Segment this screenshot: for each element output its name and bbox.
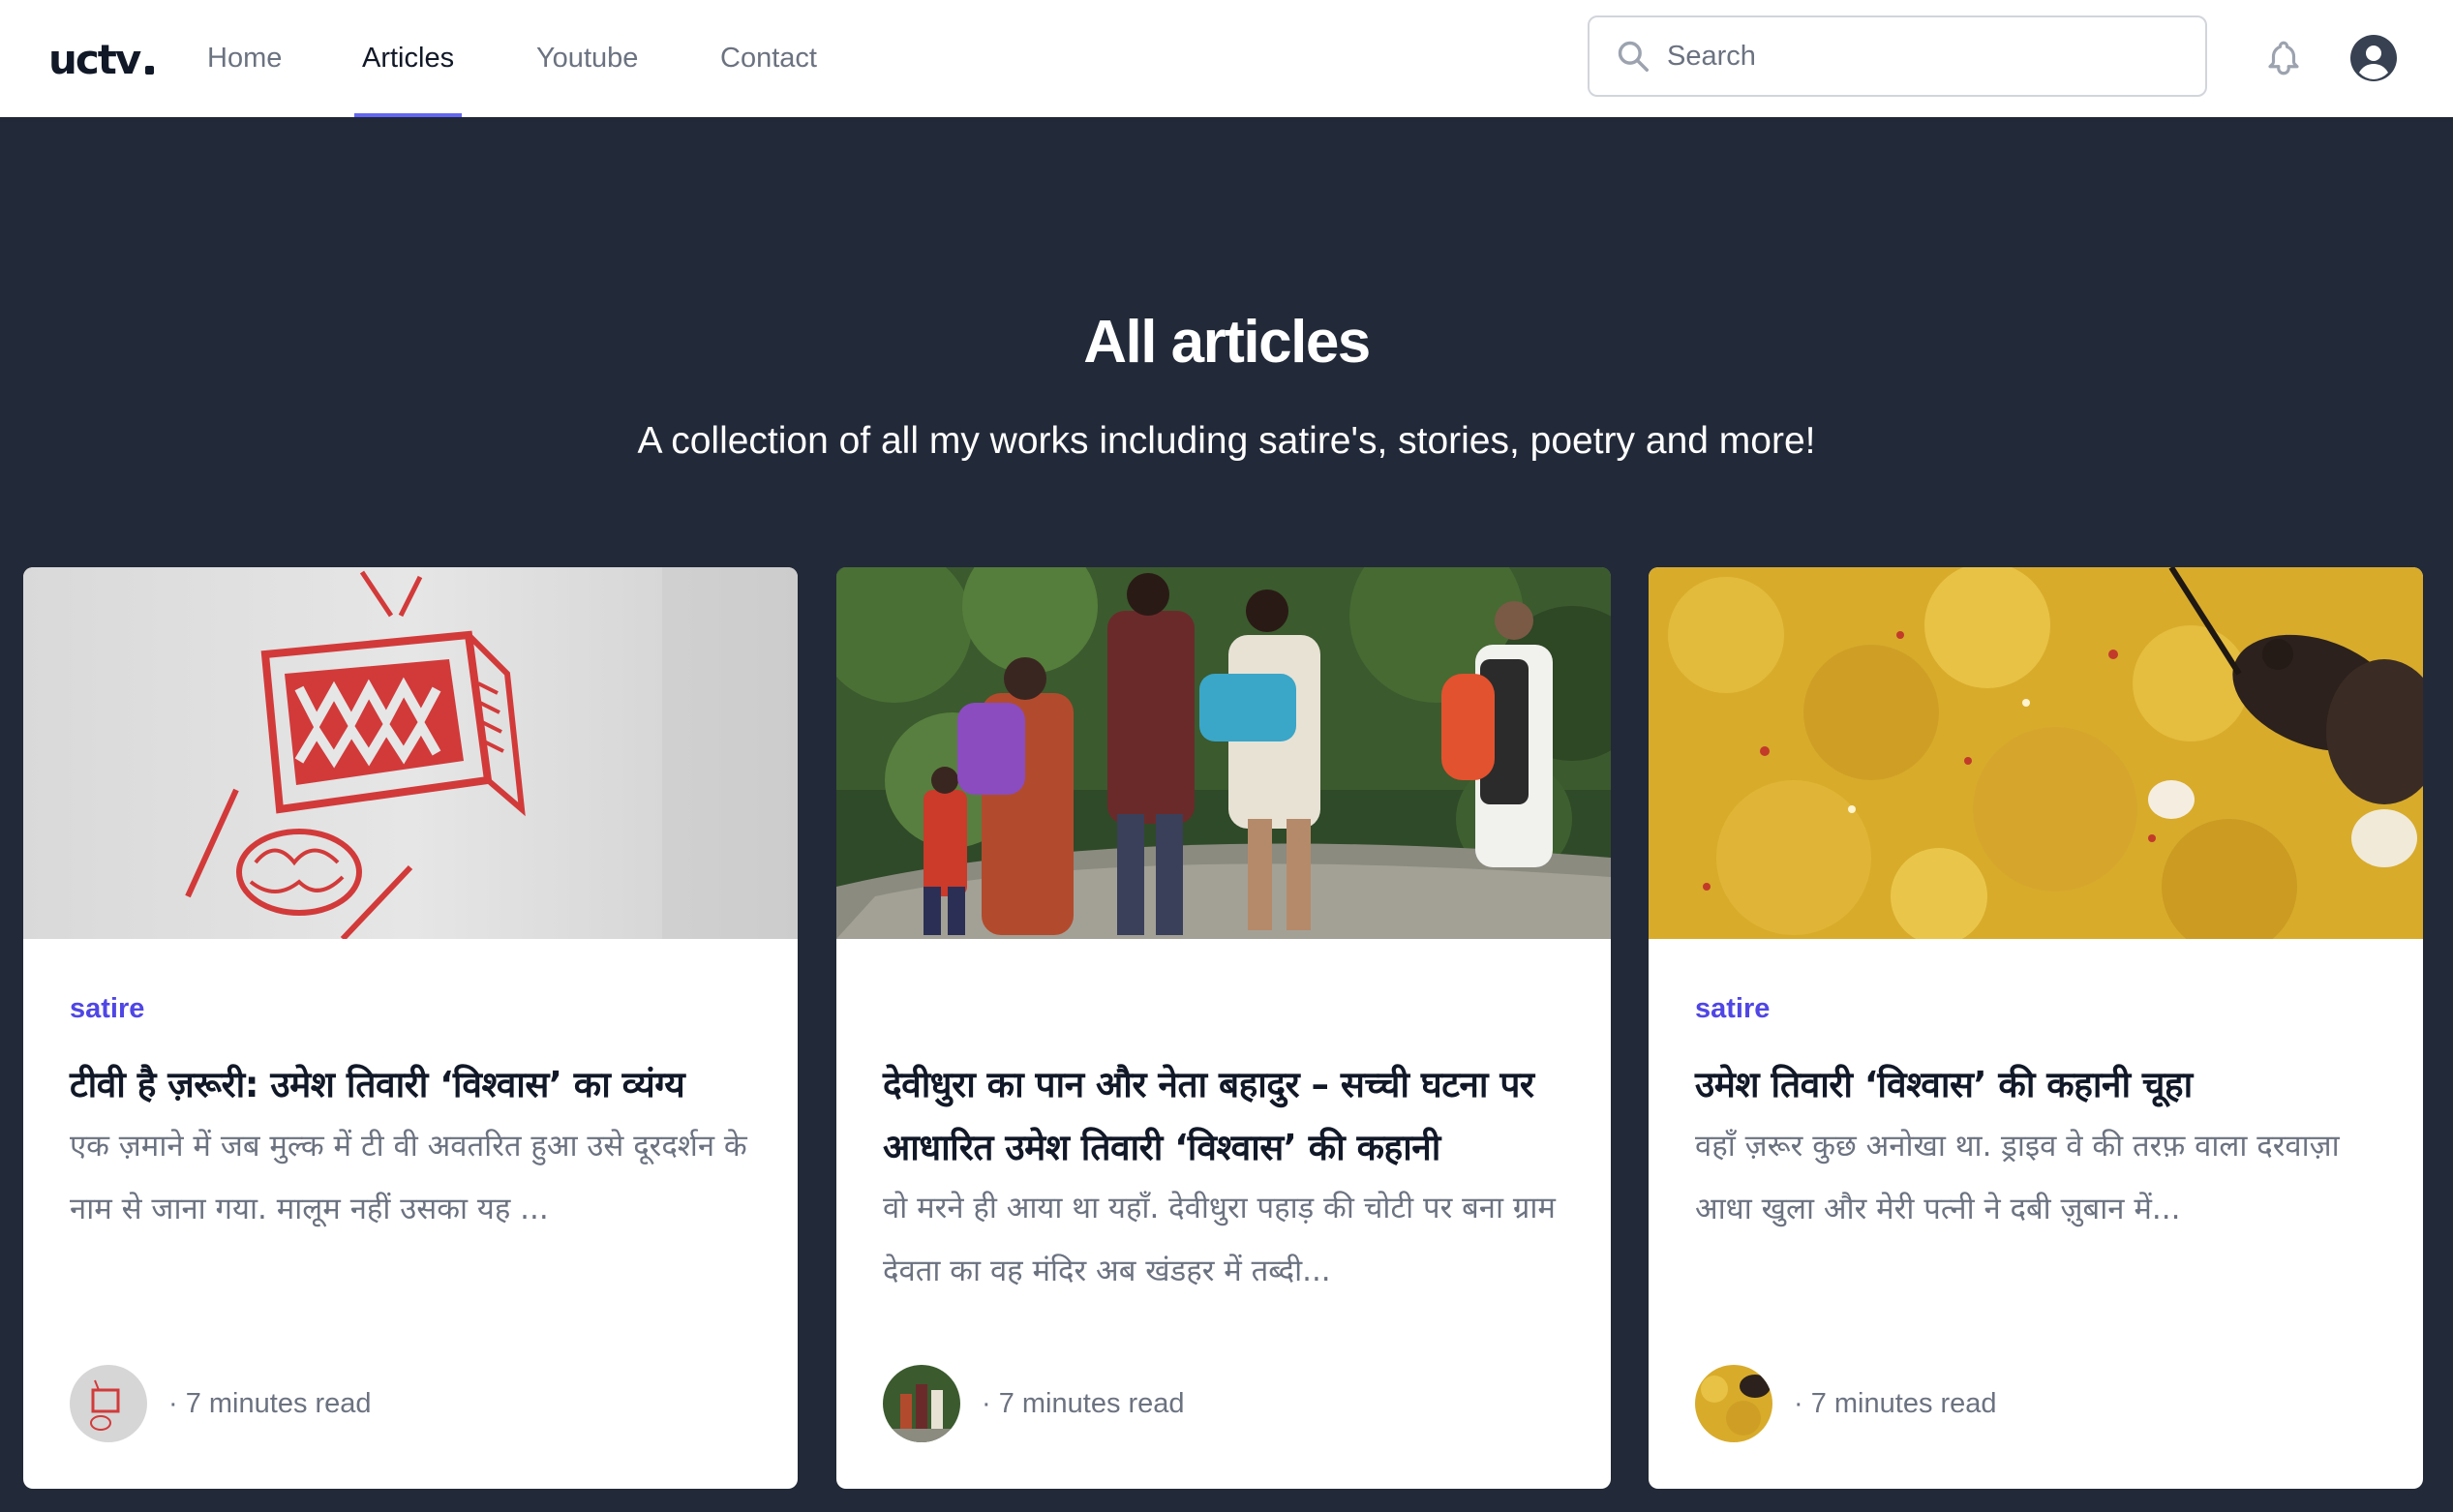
article-excerpt: वो मरने ही आया था यहाँ. देवीधुरा पहाड़ क… bbox=[883, 1191, 1556, 1288]
article-card[interactable]: satire उमेश तिवारी ‘विश्वास’ की कहानी चू… bbox=[1649, 567, 2423, 1489]
article-excerpt: वहाँ ज़रूर कुछ अनोखा था. ड्राइव वे की तर… bbox=[1695, 1129, 2340, 1226]
author-avatar bbox=[883, 1365, 960, 1442]
page-title: All articles bbox=[1083, 309, 1371, 376]
logo-text: uctv bbox=[48, 35, 141, 83]
search-icon bbox=[1618, 41, 1649, 72]
article-meta: · 7 minutes read bbox=[70, 1365, 372, 1442]
article-card[interactable]: satire टीवी है ज़रूरी: उमेश तिवारी ‘विश्… bbox=[23, 567, 798, 1489]
nav-link-youtube[interactable]: Youtube bbox=[529, 0, 646, 117]
article-excerpt: एक ज़माने में जब मुल्क में टी वी अवतरित … bbox=[70, 1129, 747, 1226]
read-time: · 7 minutes read bbox=[982, 1387, 1185, 1419]
logo-dot bbox=[145, 65, 155, 75]
author-avatar bbox=[1695, 1365, 1772, 1442]
category-label[interactable]: satire bbox=[1695, 993, 1770, 1025]
read-time: · 7 minutes read bbox=[168, 1387, 372, 1419]
search-input[interactable] bbox=[1667, 40, 2170, 73]
nav-link-contact[interactable]: Contact bbox=[712, 0, 825, 117]
article-meta: · 7 minutes read bbox=[883, 1365, 1185, 1442]
article-image[interactable] bbox=[836, 567, 1611, 939]
bell-icon[interactable] bbox=[2263, 37, 2304, 79]
search-box[interactable] bbox=[1588, 15, 2207, 97]
author-avatar bbox=[70, 1365, 147, 1442]
nav-link-articles[interactable]: Articles bbox=[354, 0, 463, 117]
article-image[interactable] bbox=[1649, 567, 2423, 939]
logo[interactable]: uctv bbox=[48, 35, 155, 83]
read-time: · 7 minutes read bbox=[1794, 1387, 1997, 1419]
article-meta: · 7 minutes read bbox=[1695, 1365, 1997, 1442]
article-image[interactable] bbox=[23, 567, 798, 939]
nav-link-home[interactable]: Home bbox=[199, 0, 289, 117]
article-card[interactable]: देवीधुरा का पान और नेता बहादुर – सच्ची घ… bbox=[836, 567, 1611, 1489]
page-subtitle: A collection of all my works including s… bbox=[637, 420, 1816, 462]
user-avatar-icon[interactable] bbox=[2350, 35, 2397, 81]
article-title[interactable]: उमेश तिवारी ‘विश्वास’ की कहानी चूहा bbox=[1695, 1053, 2392, 1116]
category-label[interactable]: satire bbox=[70, 993, 144, 1025]
article-title[interactable]: देवीधुरा का पान और नेता बहादुर – सच्ची घ… bbox=[883, 1053, 1580, 1179]
article-title[interactable]: टीवी है ज़रूरी: उमेश तिवारी ‘विश्वास’ का… bbox=[70, 1053, 767, 1116]
navbar: uctv Home Articles Youtube Contact bbox=[0, 0, 2453, 117]
